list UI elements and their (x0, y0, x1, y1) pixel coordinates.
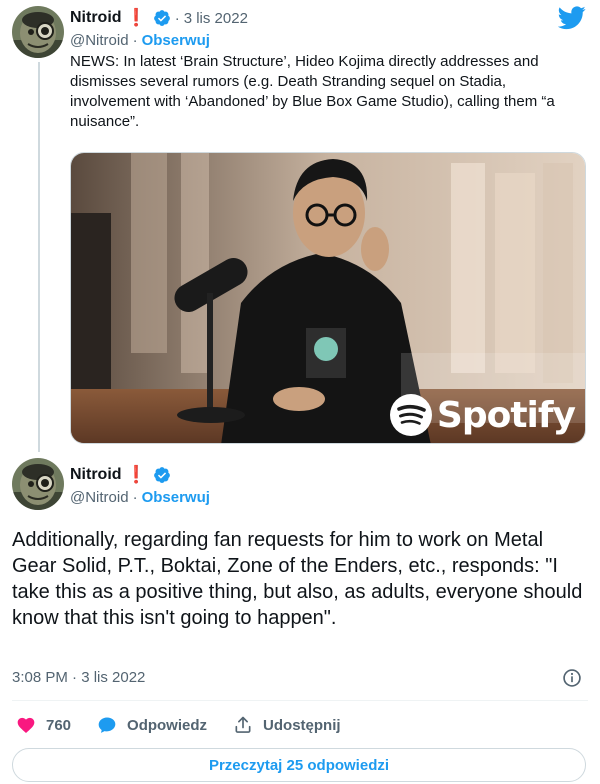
author-handle[interactable]: @Nitroid (70, 32, 129, 49)
heart-icon (17, 717, 35, 733)
thread-connector (38, 62, 40, 452)
author-name[interactable]: Nitroid (70, 466, 122, 484)
read-replies-button[interactable]: Przeczytaj 25 odpowiedzi (12, 748, 586, 782)
author-handle[interactable]: @Nitroid (70, 489, 129, 506)
tweet2-header: Nitroid ❗ @Nitroid · Obserwuj (70, 464, 210, 507)
tweet-photo[interactable]: Spotify (70, 152, 586, 444)
avatar[interactable] (12, 6, 64, 58)
reply-icon (98, 717, 116, 733)
like-count: 760 (46, 716, 72, 734)
follow-button[interactable]: Obserwuj (142, 489, 210, 506)
tweet-actions: 760 Odpowiedz Udostępnij (16, 712, 367, 738)
spotify-watermark: Spotify (389, 393, 576, 437)
exclamation-icon: ❗ (125, 8, 147, 27)
divider (12, 700, 588, 701)
separator-dot: · (132, 488, 138, 506)
verified-icon (153, 467, 170, 483)
exclamation-icon: ❗ (125, 465, 147, 484)
share-button[interactable]: Udostępnij (233, 715, 341, 735)
tweet1-header: Nitroid ❗ · 3 lis 2022 @Nitroid · Obserw… (70, 7, 248, 50)
twitter-bird-icon[interactable] (558, 6, 586, 30)
info-icon[interactable] (562, 668, 582, 688)
author-name[interactable]: Nitroid (70, 9, 122, 27)
separator-dot: · (174, 9, 180, 27)
tweet-date[interactable]: 3 lis 2022 (184, 10, 248, 27)
tweet-timestamp[interactable]: 3:08 PM · 3 lis 2022 (12, 669, 145, 686)
share-icon (235, 716, 251, 733)
reply-label: Odpowiedz (127, 716, 208, 734)
avatar[interactable] (12, 458, 64, 510)
follow-button[interactable]: Obserwuj (142, 32, 210, 49)
share-label: Udostępnij (263, 716, 341, 734)
verified-icon (153, 10, 170, 26)
spotify-icon (389, 394, 432, 436)
like-button[interactable]: 760 (16, 715, 71, 735)
tweet-text: NEWS: In latest ‘Brain Structure’, Hideo… (70, 53, 555, 130)
main-tweet-text: Additionally, regarding fan requests for… (12, 529, 583, 629)
separator-dot: · (132, 31, 138, 49)
spotify-wordmark: Spotify (436, 394, 576, 436)
reply-button[interactable]: Odpowiedz (97, 715, 207, 735)
